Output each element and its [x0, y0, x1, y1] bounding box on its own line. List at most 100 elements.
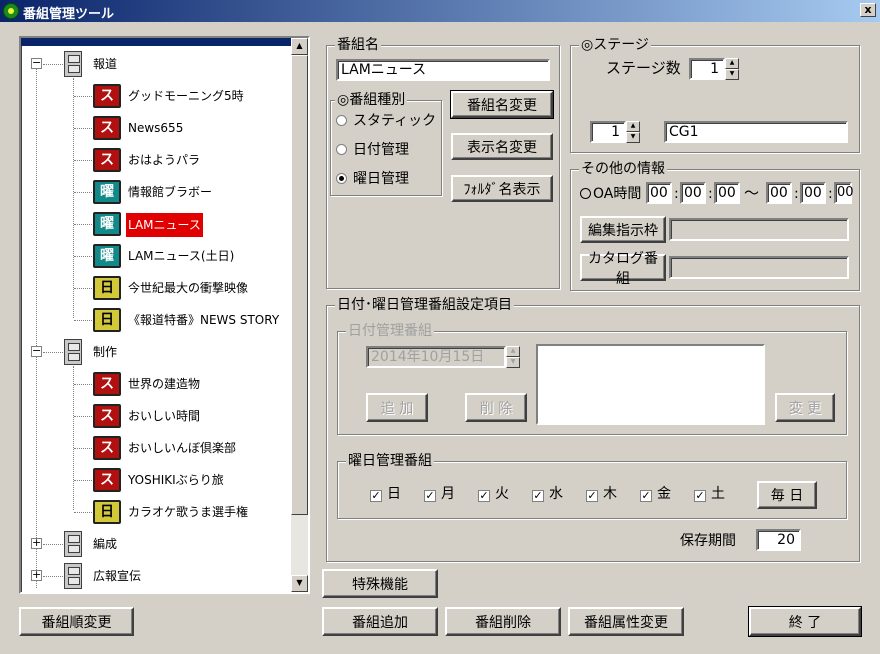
- rename-program-button[interactable]: 番組名変更: [450, 90, 554, 119]
- checkbox-icon[interactable]: ✓: [478, 490, 490, 502]
- tree-item[interactable]: ス News655: [21, 114, 291, 142]
- radio-weekday[interactable]: 曜日管理: [336, 170, 409, 188]
- weekday-checkbox[interactable]: ✓ 火: [478, 485, 509, 503]
- date-list[interactable]: [536, 344, 765, 425]
- stage-index-spinner[interactable]: ▲ ▼: [626, 121, 640, 143]
- display-name-button[interactable]: 表示名変更: [451, 133, 553, 160]
- retention-input[interactable]: 20: [756, 529, 801, 551]
- time-separator: :: [794, 186, 799, 202]
- weekday-checkbox[interactable]: ✓ 木: [586, 485, 617, 503]
- date-program-icon: 日: [93, 308, 121, 332]
- tree-connector: [74, 160, 92, 161]
- collapse-icon[interactable]: −: [31, 345, 42, 357]
- date-picker-spinner: ▲ ▼: [506, 346, 520, 368]
- checkbox-icon[interactable]: ✓: [586, 490, 598, 502]
- radio-date[interactable]: 日付管理: [336, 141, 409, 159]
- spin-down-icon[interactable]: ▼: [725, 69, 739, 80]
- expand-icon[interactable]: +: [31, 537, 42, 549]
- delete-program-button[interactable]: 番組削除: [445, 607, 561, 636]
- window-title: 番組管理ツール: [23, 7, 115, 22]
- tree-item-label: おいしいんぼ倶楽部: [128, 441, 237, 455]
- tree-item[interactable]: ス YOSHIKIぶらり旅: [21, 466, 291, 494]
- tree-group-label: 広報宣伝: [93, 569, 142, 583]
- tree-item[interactable]: 曜 LAMニュース: [21, 210, 291, 238]
- tree-item[interactable]: 日《報道特番》NEWS STORY: [21, 306, 291, 334]
- folder-cabinet-icon: [64, 531, 82, 557]
- special-function-button[interactable]: 特殊機能: [322, 569, 438, 598]
- static-program-icon: ス: [93, 468, 121, 492]
- close-button[interactable]: x: [860, 3, 876, 17]
- program-name-input[interactable]: LAMニュース: [336, 59, 550, 81]
- radio-static[interactable]: スタティック: [336, 112, 436, 130]
- tree-connector: [74, 320, 92, 321]
- date-change-button: 変 更: [775, 393, 835, 422]
- folder-cabinet-icon: [64, 339, 82, 365]
- everyday-button[interactable]: 毎 日: [757, 481, 817, 509]
- add-program-button[interactable]: 番組追加: [322, 607, 438, 636]
- program-tree[interactable]: ▲ ▼ − 報道スグッドモーニング5時ス News655 スおはようパラ曜情報館ブラボ…: [19, 36, 310, 594]
- date-picker-input: 2014年10月15日: [366, 346, 506, 368]
- checkbox-icon[interactable]: ✓: [640, 490, 652, 502]
- oa-end-hour[interactable]: 00: [766, 182, 792, 204]
- scroll-thumb[interactable]: [291, 55, 308, 515]
- oa-start-hour[interactable]: 00: [646, 182, 672, 204]
- program-name-legend: 番組名: [335, 36, 381, 54]
- folder-name-button[interactable]: ﾌｫﾙﾀﾞ名表示: [451, 175, 553, 202]
- stage-index-input[interactable]: 1: [590, 121, 626, 143]
- oa-end-minute[interactable]: 00: [800, 182, 826, 204]
- change-attributes-button[interactable]: 番組属性変更: [568, 607, 684, 636]
- weekday-checkbox[interactable]: ✓ 土: [694, 485, 725, 503]
- oa-start-second[interactable]: 00: [714, 182, 740, 204]
- radio-static-dot[interactable]: [336, 115, 347, 126]
- spin-up-icon[interactable]: ▲: [626, 121, 640, 132]
- tree-group-1[interactable]: − 制作: [21, 338, 291, 366]
- tree-item[interactable]: ス世界の建造物: [21, 370, 291, 398]
- tree-connector: [43, 544, 63, 545]
- spin-down-icon[interactable]: ▼: [626, 132, 640, 143]
- oa-end-second[interactable]: 00: [834, 182, 854, 204]
- stage-name-input[interactable]: CG1: [664, 121, 848, 143]
- exit-button[interactable]: 終 了: [748, 606, 862, 637]
- radio-date-dot[interactable]: [336, 144, 347, 155]
- tree-item[interactable]: スおいしい時間: [21, 402, 291, 430]
- scroll-up-arrow-icon[interactable]: ▲: [291, 38, 308, 55]
- radio-weekday-dot[interactable]: [336, 173, 347, 184]
- weekday-checkbox[interactable]: ✓ 水: [532, 485, 563, 503]
- stage-count-label: ステージ数: [606, 59, 681, 77]
- catalog-program-button[interactable]: カタログ番組: [580, 251, 666, 287]
- checkbox-icon[interactable]: ✓: [370, 490, 382, 502]
- tree-item[interactable]: 日今世紀最大の衝撃映像: [21, 274, 291, 302]
- expand-icon[interactable]: +: [31, 569, 42, 581]
- tree-item[interactable]: 曜 LAMニュース(土日): [21, 242, 291, 270]
- folder-cabinet-icon: [64, 51, 82, 77]
- scroll-down-arrow-icon[interactable]: ▼: [291, 575, 308, 592]
- tree-item[interactable]: 曜情報館ブラボー: [21, 178, 291, 206]
- reorder-programs-button[interactable]: 番組順変更: [19, 607, 134, 636]
- tree-group-0[interactable]: − 報道: [21, 50, 291, 78]
- retention-label: 保存期間: [680, 533, 736, 549]
- tree-connector: [74, 288, 92, 289]
- tree-item-label: おいしい時間: [128, 409, 201, 423]
- spin-up-icon[interactable]: ▲: [725, 58, 739, 69]
- tree-scrollbar[interactable]: ▲ ▼: [291, 38, 308, 592]
- tree-item[interactable]: スおはようパラ: [21, 146, 291, 174]
- tree-item-label: News655: [128, 121, 184, 135]
- tree-item[interactable]: スおいしいんぼ倶楽部: [21, 434, 291, 462]
- oa-start-minute[interactable]: 00: [680, 182, 706, 204]
- edit-frame-button[interactable]: 編集指示枠: [580, 216, 666, 243]
- checkbox-icon[interactable]: ✓: [694, 490, 706, 502]
- weekday-checkbox[interactable]: ✓ 金: [640, 485, 671, 503]
- tree-item[interactable]: スグッドモーニング5時: [21, 82, 291, 110]
- weekday-label: 木: [603, 486, 617, 502]
- tree-item[interactable]: 日カラオケ歌うま選手権: [21, 498, 291, 526]
- tree-group-2[interactable]: + 編成: [21, 530, 291, 558]
- checkbox-icon[interactable]: ✓: [424, 490, 436, 502]
- stage-count-spinner[interactable]: ▲ ▼: [725, 58, 739, 80]
- stage-count-input[interactable]: 1: [689, 58, 725, 80]
- other-info-legend: その他の情報: [579, 160, 667, 178]
- checkbox-icon[interactable]: ✓: [532, 490, 544, 502]
- weekday-checkbox[interactable]: ✓ 日: [370, 485, 401, 503]
- tree-group-3[interactable]: + 広報宣伝: [21, 562, 291, 590]
- collapse-icon[interactable]: −: [31, 57, 42, 69]
- weekday-checkbox[interactable]: ✓ 月: [424, 485, 455, 503]
